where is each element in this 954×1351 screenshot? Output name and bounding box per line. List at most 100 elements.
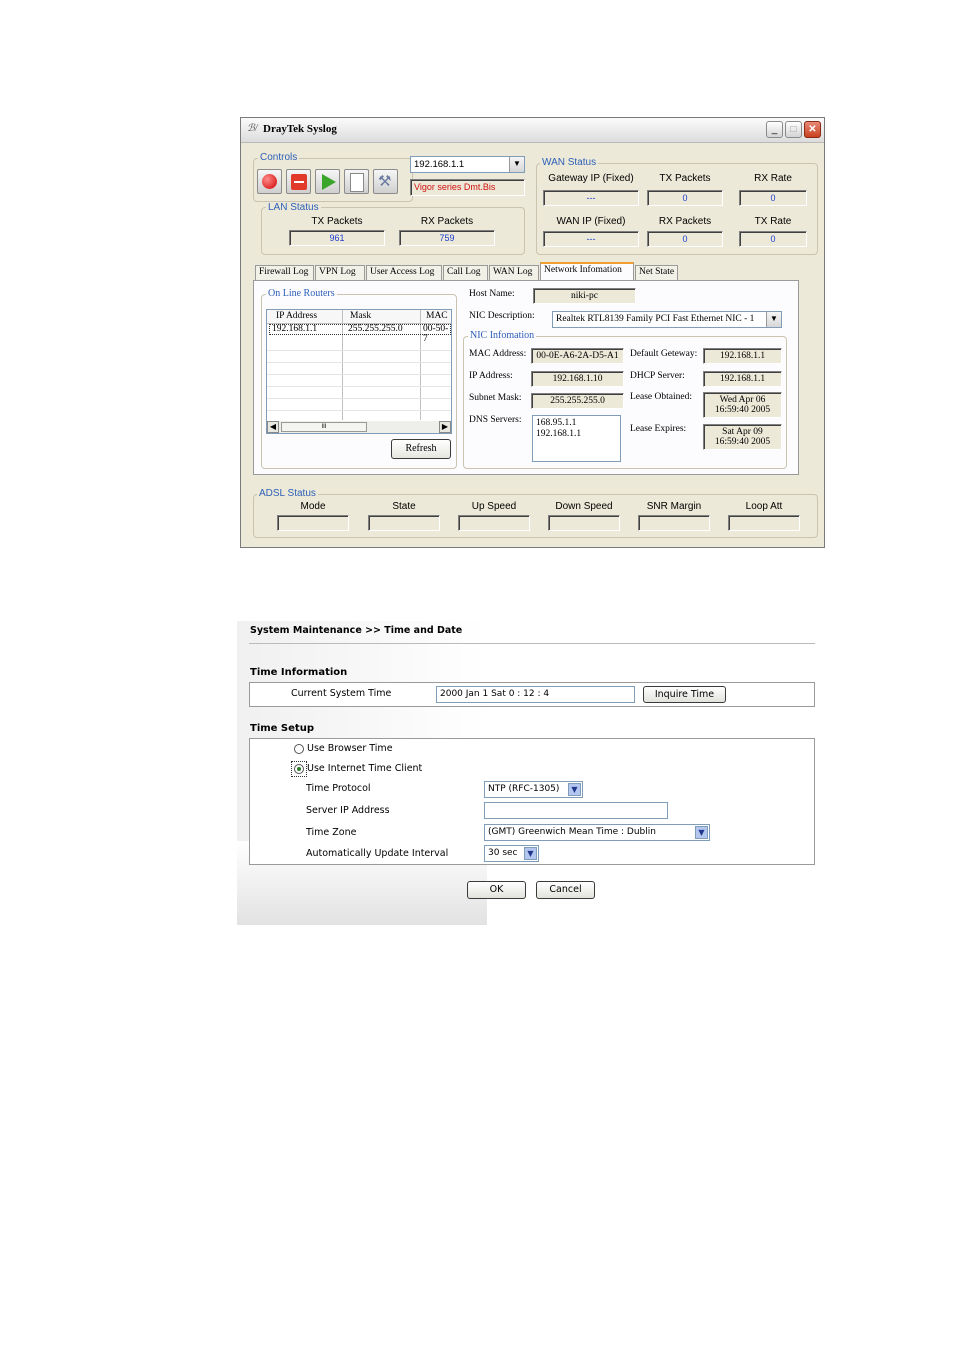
lease-expires-value: Sat Apr 09 16:59:40 2005 [703, 424, 782, 450]
refresh-button[interactable]: Refresh [391, 439, 451, 459]
tab-net-state[interactable]: Net State [635, 265, 678, 280]
tab-vpn-log[interactable]: VPN Log [315, 265, 365, 280]
wan-header-tx-packets: TX Packets [659, 173, 711, 184]
lan-status-label: LAN Status [266, 202, 321, 213]
time-protocol-select[interactable]: NTP (RFC-1305) ▼ [484, 781, 583, 798]
time-protocol-label: Time Protocol [306, 783, 371, 794]
column-ip-address[interactable]: IP Address [276, 311, 317, 321]
column-mac[interactable]: MAC [426, 311, 448, 321]
routers-list[interactable]: IP Address Mask MAC 192.168.1.1 255.255.… [266, 309, 452, 434]
adsl-loop-att-value [728, 515, 800, 531]
close-button[interactable]: ✕ [804, 121, 821, 138]
divider [249, 643, 815, 644]
nic-description-select[interactable]: Realtek RTL8139 Family PCI Fast Ethernet… [552, 311, 782, 328]
table-row[interactable]: 192.168.1.1 255.255.255.0 00-50-7 [269, 324, 451, 344]
nic-description-label: NIC Description: [469, 311, 535, 321]
radio-dot-icon [297, 767, 301, 771]
chevron-down-icon[interactable]: ▼ [568, 783, 581, 796]
use-internet-radio[interactable] [294, 764, 304, 774]
wan-header-gateway: Gateway IP (Fixed) [548, 173, 634, 184]
adsl-state-header: State [392, 501, 416, 512]
wan-gateway-value: --- [543, 190, 639, 206]
adsl-state-value [368, 515, 440, 531]
current-time-field[interactable]: 2000 Jan 1 Sat 0 : 12 : 4 [436, 686, 635, 703]
lease-obtained-date: Wed Apr 06 [719, 395, 766, 405]
wan-tx-rate-value: 0 [739, 231, 807, 247]
use-internet-label[interactable]: Use Internet Time Client [307, 763, 422, 774]
inquire-time-button[interactable]: Inquire Time [643, 686, 726, 703]
adsl-status-label: ADSL Status [257, 488, 318, 499]
chevron-down-icon[interactable]: ▼ [524, 847, 537, 860]
cancel-button[interactable]: Cancel [536, 881, 595, 899]
adsl-mode-header: Mode [300, 501, 326, 512]
radio-focus-ring [291, 761, 307, 777]
adsl-up-speed-value [458, 515, 530, 531]
wan-header-rx-packets: RX Packets [658, 216, 712, 227]
lan-rx-header: RX Packets [420, 216, 474, 227]
record-button[interactable] [257, 169, 282, 194]
play-button[interactable] [315, 169, 340, 194]
dns-server-2: 192.168.1.1 [536, 429, 582, 439]
wan-status-label: WAN Status [540, 157, 599, 168]
model-field: Vigor series Dmt.Bis [410, 179, 525, 196]
clear-button[interactable] [344, 169, 369, 194]
tools-icon: ⚒ [378, 173, 392, 190]
time-setup-title: Time Setup [250, 723, 314, 734]
scroll-right-icon[interactable]: ▶ [439, 421, 451, 433]
time-zone-select[interactable]: (GMT) Greenwich Mean Time : Dublin ▼ [484, 824, 710, 841]
tab-strip: Firewall Log VPN Log User Access Log Cal… [255, 262, 815, 281]
host-name-value: niki-pc [533, 288, 636, 304]
minimize-button[interactable]: _ [766, 121, 783, 138]
lan-tx-value: 961 [289, 230, 385, 246]
app-logo-icon: ℬ/ [247, 123, 258, 134]
time-zone-value: (GMT) Greenwich Mean Time : Dublin [488, 827, 656, 837]
scroll-left-icon[interactable]: ◀ [267, 421, 279, 433]
stop-button[interactable] [286, 169, 311, 194]
tab-firewall-log[interactable]: Firewall Log [255, 265, 314, 280]
wan-ip-value: --- [543, 231, 639, 247]
controls-label: Controls [258, 152, 300, 163]
update-interval-select[interactable]: 30 sec ▼ [484, 845, 539, 862]
tab-user-access-log[interactable]: User Access Log [366, 265, 442, 280]
ok-button[interactable]: OK [467, 881, 526, 899]
settings-button[interactable]: ⚒ [373, 169, 398, 194]
column-mask[interactable]: Mask [350, 311, 371, 321]
router-ip-combo[interactable]: 192.168.1.1 ▼ [410, 156, 525, 173]
chevron-down-icon[interactable]: ▼ [766, 312, 781, 327]
play-icon [322, 174, 336, 190]
dns-servers-label: DNS Servers: [469, 415, 522, 425]
chevron-down-icon[interactable]: ▼ [509, 157, 524, 172]
row-ip: 192.168.1.1 [272, 324, 318, 334]
update-interval-label: Automatically Update Interval [306, 848, 449, 859]
use-browser-radio[interactable] [294, 744, 304, 754]
chevron-down-icon[interactable]: ▼ [695, 826, 708, 839]
adsl-down-speed-header: Down Speed [555, 501, 613, 512]
maximize-button[interactable]: □ [785, 121, 802, 138]
tab-call-log[interactable]: Call Log [443, 265, 488, 280]
lease-obtained-time: 16:59:40 2005 [714, 405, 771, 415]
scroll-thumb[interactable]: III [281, 422, 367, 432]
subnet-mask-label: Subnet Mask: [469, 393, 522, 403]
default-gateway-label: Default Geteway: [630, 349, 698, 359]
tab-wan-log[interactable]: WAN Log [489, 265, 539, 280]
default-gateway-value: 192.168.1.1 [703, 348, 782, 364]
nic-description-value: Realtek RTL8139 Family PCI Fast Ethernet… [556, 314, 755, 324]
routers-list-header: IP Address Mask MAC [267, 310, 451, 324]
online-routers-label: On Line Routers [266, 288, 337, 299]
controls-toolbar: ⚒ [257, 169, 398, 195]
horizontal-scrollbar[interactable]: ◀ III ▶ [267, 421, 451, 433]
tab-network-infomation[interactable]: Network Infomation [540, 262, 634, 280]
adsl-up-speed-header: Up Speed [471, 501, 517, 512]
lease-expires-time: 16:59:40 2005 [714, 437, 771, 447]
record-icon [262, 174, 277, 189]
dhcp-server-label: DHCP Server: [630, 371, 685, 381]
server-ip-input[interactable] [484, 802, 668, 819]
dns-servers-list[interactable]: 168.95.1.1 192.168.1.1 [532, 415, 621, 462]
use-browser-label[interactable]: Use Browser Time [307, 743, 393, 754]
syslog-window: ℬ/ DrayTek Syslog _ □ ✕ Controls ⚒ 192.1… [240, 117, 825, 548]
breadcrumb: System Maintenance >> Time and Date [250, 625, 463, 636]
title-bar[interactable]: ℬ/ DrayTek Syslog _ □ ✕ [241, 118, 824, 143]
adsl-down-speed-value [548, 515, 620, 531]
ip-address-value: 192.168.1.10 [531, 371, 624, 387]
mac-address-value: 00-0E-A6-2A-D5-A1 [531, 348, 624, 364]
